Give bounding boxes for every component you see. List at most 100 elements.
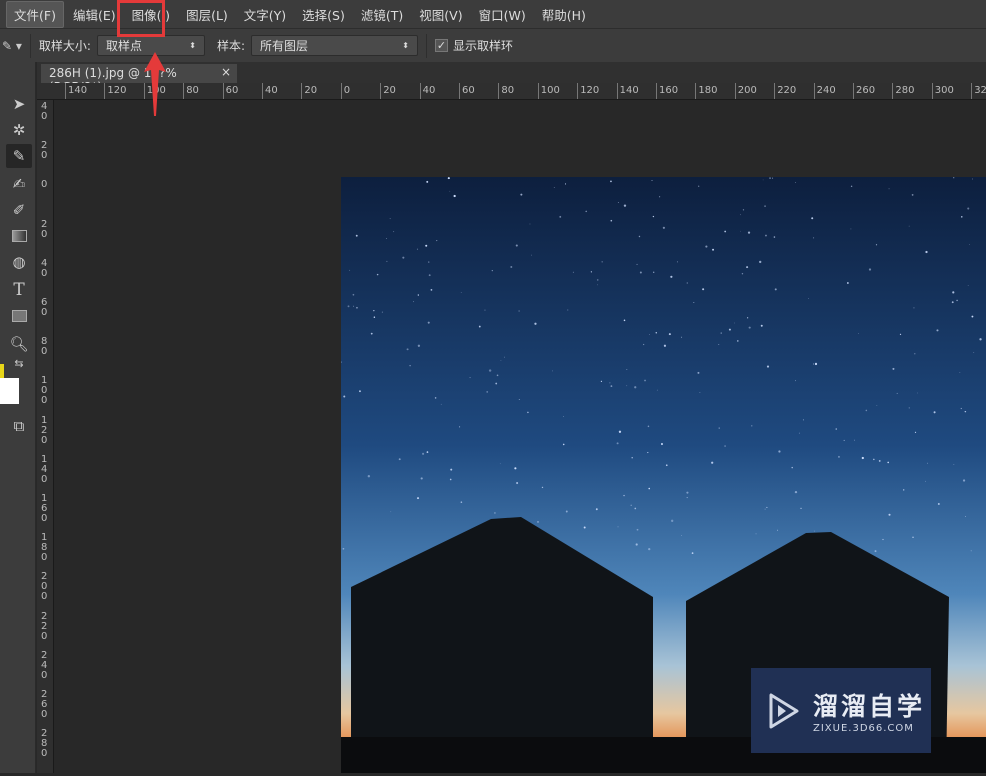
menu-edit[interactable]: 编辑(E) (66, 2, 123, 27)
watermark-url: ZIXUE.3D66.COM (813, 723, 914, 734)
ruler-tick (695, 83, 697, 99)
ruler-tick (419, 83, 421, 99)
show-ring-label: 显示取样环 (453, 39, 514, 53)
ruler-tick (577, 83, 579, 99)
eyedropper-preset-icon[interactable]: ✎ ▾ (2, 39, 22, 53)
ruler-label: 280 (41, 728, 48, 760)
ruler-tick (656, 83, 657, 99)
ruler-tick (931, 83, 933, 99)
watermark-logo: 溜溜自学 ZIXUE.3D66.COM (751, 668, 931, 753)
show-ring-checkbox[interactable]: ✓ (435, 39, 448, 52)
ruler-tick (104, 83, 106, 99)
move-tool-icon[interactable]: ➤ (6, 92, 32, 116)
sample-label: 样本: (216, 39, 245, 53)
type-tool-icon[interactable]: T (6, 278, 32, 302)
ruler-label: 180 (41, 532, 48, 564)
ruler-label: 240 (41, 649, 48, 681)
screen-mode-icon[interactable]: ⧉ (6, 414, 32, 438)
ruler-label: 20 (41, 140, 48, 162)
ruler-tick (498, 83, 500, 99)
ruler-label: 20 (383, 85, 396, 96)
document-tab[interactable]: 286H (1).jpg @ 16?%(RGB/8*)× (41, 64, 237, 94)
healing-brush-tool-icon[interactable]: ✍ (6, 172, 32, 196)
ruler-tick (853, 83, 854, 99)
gradient-tool-icon[interactable] (6, 224, 32, 248)
menu-type[interactable]: 文字(Y) (237, 2, 293, 27)
menu-filter[interactable]: 滤镜(T) (354, 2, 410, 27)
menu-layer[interactable]: 图层(L) (179, 2, 235, 27)
history-brush-tool-icon[interactable]: ✐ (6, 198, 32, 222)
ruler-label: 260 (41, 689, 48, 720)
ruler-label: 120 (107, 85, 127, 96)
ruler-label: 280 (895, 85, 915, 96)
sample-value: 所有图层 (260, 39, 309, 53)
sample-select[interactable]: 所有图层 ⬍ (251, 35, 418, 56)
ruler-label: 140 (41, 453, 48, 485)
ruler-tick (380, 83, 382, 99)
ruler-tick (340, 83, 342, 99)
close-tab-icon[interactable]: × (221, 65, 231, 79)
menu-help[interactable]: 帮助(H) (535, 2, 593, 27)
menu-window[interactable]: 窗口(W) (472, 2, 533, 27)
play-logo-icon (769, 693, 799, 728)
ruler-tick (971, 83, 973, 99)
annotation-highlight-box (117, 0, 165, 37)
ruler-tick (774, 83, 776, 99)
ruler-tick (222, 83, 224, 99)
ruler-label: 300 (934, 85, 954, 96)
magic-wand-tool-icon[interactable]: ✲ (6, 118, 32, 142)
ruler-label: 140 (68, 85, 88, 96)
menu-file[interactable]: 文件(F) (6, 0, 64, 28)
ruler-label: 80 (41, 336, 48, 358)
ruler-label: 220 (777, 85, 797, 96)
ruler-label: 320 (974, 85, 986, 96)
menu-view[interactable]: 视图(V) (412, 2, 469, 27)
sponge-tool-icon[interactable]: ◍ (6, 250, 32, 274)
ruler-label: 40 (41, 101, 48, 122)
rectangle-tool-icon[interactable] (6, 304, 32, 328)
ruler-label: 100 (41, 375, 48, 407)
ruler-label: 240 (816, 85, 836, 96)
ruler-label: 160 (41, 493, 48, 524)
ruler-tick (262, 83, 263, 99)
menu-select[interactable]: 选择(S) (295, 2, 352, 27)
ruler-label: 120 (580, 85, 600, 96)
ruler-label: 100 (540, 85, 560, 96)
ruler-tick (459, 83, 460, 99)
ruler-label: 140 (619, 85, 639, 96)
ruler-label: 60 (41, 297, 48, 318)
ruler-label: 260 (856, 85, 876, 96)
ruler-label: 200 (737, 85, 757, 96)
sample-size-label: 取样大小: (38, 39, 91, 53)
tools-panel: ➤ ✲ ✎ ✍ ✐ ◍ T 🔍︎ ⇆ ⧉ (0, 62, 36, 773)
ruler-label: 40 (265, 85, 278, 96)
ruler-label: 120 (41, 414, 48, 446)
ruler-label: 60 (462, 85, 475, 96)
ruler-tick (301, 83, 303, 99)
zoom-tool-icon[interactable]: 🔍︎ (6, 332, 32, 356)
ruler-label: 40 (41, 257, 48, 279)
ruler-label: 220 (41, 610, 48, 642)
ruler-tick (537, 83, 539, 99)
ruler-label: 0 (41, 179, 48, 191)
document-tab-bar: 286H (1).jpg @ 16?%(RGB/8*)× (37, 62, 986, 94)
updown-icon: ⬍ (402, 41, 409, 50)
ruler-label: 160 (659, 85, 679, 96)
annotation-arrow-icon (144, 52, 166, 116)
ruler-label: 200 (41, 571, 48, 603)
background-color-swatch[interactable] (0, 378, 19, 404)
ruler-label: 20 (304, 85, 318, 96)
ruler-label: 0 (343, 85, 351, 96)
ruler-tick (813, 83, 815, 99)
sample-size-value: 取样点 (105, 39, 142, 53)
ruler-label: 80 (186, 85, 199, 96)
ruler-label: 20 (41, 218, 48, 240)
vertical-ruler[interactable]: 40 20 0 20 40 60 80 100 120 140 160 180 200 220 240 260… (37, 100, 54, 773)
horizontal-ruler[interactable]: 1401201008060402002040608010012014016018… (37, 83, 986, 100)
ruler-tick (65, 83, 66, 99)
eyedropper-tool-icon[interactable]: ✎ (6, 144, 32, 168)
swap-colors-icon[interactable]: ⇆ (6, 356, 32, 370)
updown-icon: ⬍ (189, 41, 196, 50)
ruler-tick (892, 83, 894, 99)
ruler-label: 80 (501, 85, 515, 96)
